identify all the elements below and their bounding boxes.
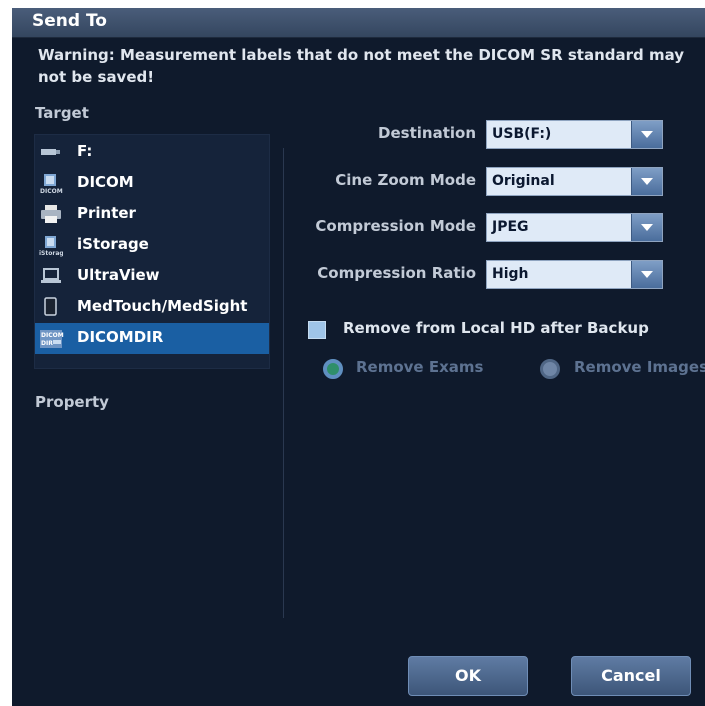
target-item-label: F:: [77, 142, 93, 160]
compression-ratio-value: High: [492, 266, 529, 282]
compression-mode-label: Compression Mode: [315, 217, 476, 235]
target-item-dicomdir[interactable]: DICOM DIR DICOMDIR: [35, 323, 269, 354]
target-item-label: iStorage: [77, 235, 149, 253]
target-label: Target: [35, 104, 89, 122]
svg-text:DICOM: DICOM: [40, 188, 63, 195]
compression-mode-select[interactable]: JPEG: [486, 213, 663, 242]
target-item-medtouch[interactable]: MedTouch/MedSight: [35, 292, 269, 323]
svg-text:DIR: DIR: [41, 340, 53, 347]
compression-ratio-label: Compression Ratio: [317, 264, 476, 282]
remove-local-checkbox[interactable]: [308, 321, 326, 339]
target-item-label: UltraView: [77, 266, 160, 284]
dicom-icon: DICOM: [39, 173, 63, 195]
target-item-ultraview[interactable]: UltraView: [35, 261, 269, 292]
panel-divider: [283, 148, 284, 618]
tablet-icon: [39, 297, 63, 317]
destination-select[interactable]: USB(F:): [486, 120, 663, 149]
destination-value: USB(F:): [492, 126, 552, 142]
printer-icon: [39, 204, 63, 224]
target-item-f[interactable]: F:: [35, 137, 269, 168]
target-item-label: DICOMDIR: [77, 328, 164, 346]
target-item-dicom[interactable]: DICOM DICOM: [35, 168, 269, 199]
compression-mode-value: JPEG: [492, 219, 529, 235]
istorage-icon: iStorage: [39, 235, 68, 257]
target-list: F: DICOM DICOM Printer iStorage iStorage…: [34, 134, 270, 369]
ok-button[interactable]: OK: [408, 656, 528, 696]
target-item-label: DICOM: [77, 173, 134, 191]
remove-images-label: Remove Images: [574, 358, 705, 376]
title-bar: Send To: [12, 8, 705, 38]
dicomdir-icon: DICOM DIR: [39, 328, 64, 348]
chevron-down-icon[interactable]: [631, 121, 662, 148]
dialog-title: Send To: [32, 11, 107, 31]
target-item-label: Printer: [77, 204, 136, 222]
remove-exams-label: Remove Exams: [356, 358, 484, 376]
chevron-down-icon[interactable]: [631, 168, 662, 195]
svg-text:DICOM: DICOM: [41, 332, 64, 339]
laptop-icon: [39, 266, 63, 286]
cancel-button[interactable]: Cancel: [571, 656, 691, 696]
target-item-istorage[interactable]: iStorage iStorage: [35, 230, 269, 261]
property-label: Property: [35, 393, 109, 411]
cine-zoom-mode-label: Cine Zoom Mode: [335, 171, 476, 189]
remove-exams-radio[interactable]: [323, 359, 343, 379]
remove-images-radio[interactable]: [540, 359, 560, 379]
chevron-down-icon[interactable]: [631, 214, 662, 241]
compression-ratio-select[interactable]: High: [486, 260, 663, 289]
chevron-down-icon[interactable]: [631, 261, 662, 288]
cine-zoom-mode-select[interactable]: Original: [486, 167, 663, 196]
warning-message: Warning: Measurement labels that do not …: [38, 46, 685, 86]
remove-local-label: Remove from Local HD after Backup: [343, 319, 649, 337]
target-item-label: MedTouch/MedSight: [77, 297, 248, 315]
cine-zoom-mode-value: Original: [492, 173, 555, 189]
target-item-printer[interactable]: Printer: [35, 199, 269, 230]
svg-text:iStorage: iStorage: [39, 250, 63, 257]
send-to-dialog: Send To Warning: Measurement labels that…: [12, 8, 705, 706]
destination-label: Destination: [378, 124, 476, 142]
usb-drive-icon: [39, 142, 63, 162]
